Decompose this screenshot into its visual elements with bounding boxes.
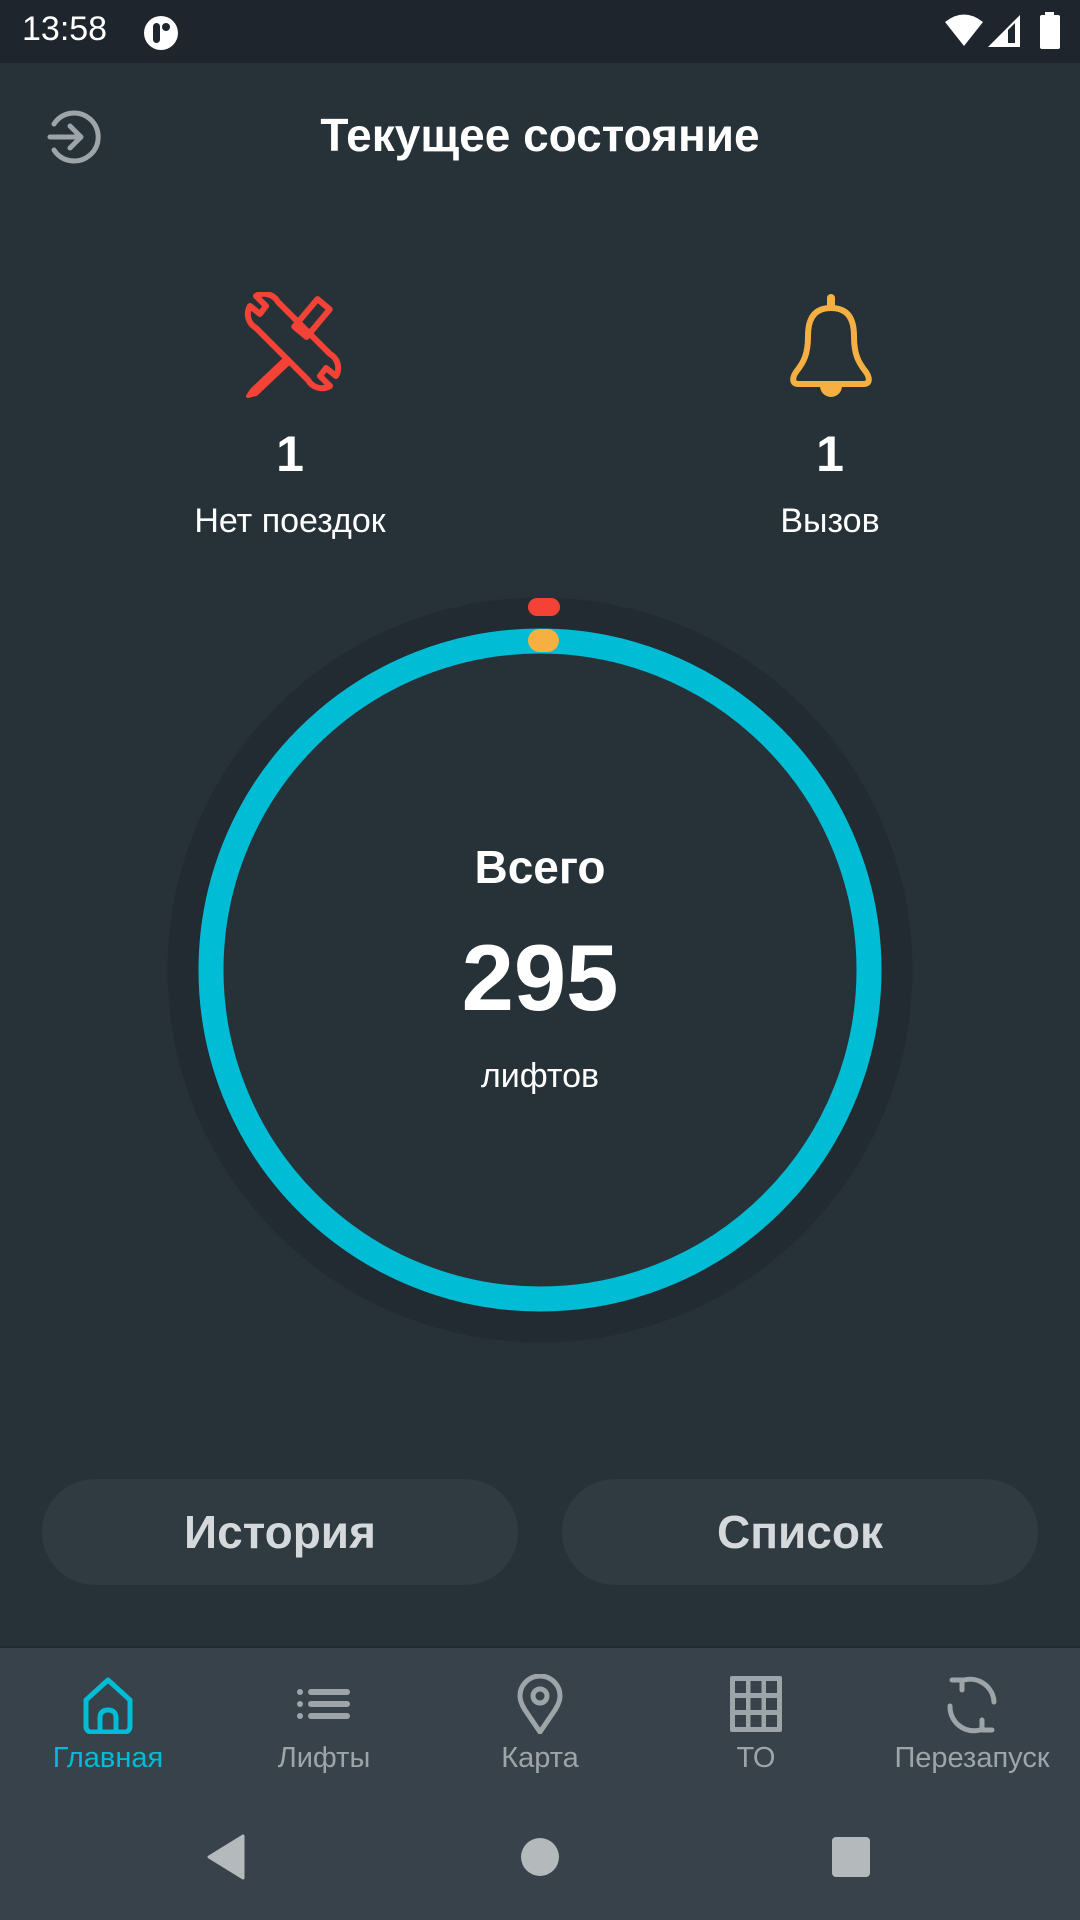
summary-title: Всего	[474, 841, 606, 893]
grid-icon	[730, 1676, 782, 1732]
home-circle-icon[interactable]	[519, 1836, 561, 1878]
summary-total: 295	[461, 925, 619, 1030]
nav-label-restart: Перезапуск	[894, 1742, 1050, 1774]
bell-icon	[790, 294, 872, 397]
ring-marker-no-trips	[528, 598, 560, 616]
page-title: Текущее состояние	[320, 109, 760, 161]
stat-no-trips-count: 1	[276, 426, 304, 482]
status-time: 13:58	[22, 10, 108, 48]
list-button[interactable]: Список	[562, 1479, 1038, 1585]
list-icon	[297, 1689, 350, 1719]
refresh-icon	[947, 1676, 997, 1734]
nav-item-home[interactable]: Главная	[0, 1664, 216, 1784]
stat-call-count: 1	[816, 426, 844, 482]
nav-item-map[interactable]: Карта	[432, 1664, 648, 1784]
nav-item-elevators[interactable]: Лифты	[216, 1664, 432, 1784]
ring-marker-call	[528, 629, 559, 652]
recents-icon[interactable]	[830, 1835, 872, 1879]
nav-item-maintenance[interactable]: ТО	[648, 1664, 864, 1784]
nav-item-restart[interactable]: Перезапуск	[864, 1664, 1080, 1784]
summary-unit: лифтов	[480, 1057, 600, 1095]
map-pin-icon	[517, 1674, 563, 1734]
cell-signal-icon	[988, 15, 1020, 47]
nav-label-elevators: Лифты	[277, 1742, 371, 1774]
stat-call-label: Вызов	[780, 502, 880, 540]
nav-label-home: Главная	[52, 1742, 164, 1774]
battery-icon	[1040, 12, 1060, 49]
nav-label-maintenance: ТО	[736, 1742, 776, 1774]
wifi-icon	[945, 14, 983, 46]
tools-icon	[244, 292, 342, 398]
stat-no-trips-label: Нет поездок	[194, 502, 386, 540]
stat-no-trips[interactable]: 1 Нет поездок	[130, 290, 450, 560]
stat-call[interactable]: 1 Вызов	[670, 290, 990, 560]
home-icon	[83, 1677, 133, 1734]
history-button[interactable]: История	[42, 1479, 518, 1585]
app-notification-icon	[144, 16, 178, 50]
nav-label-map: Карта	[501, 1742, 579, 1774]
back-icon[interactable]	[206, 1834, 246, 1880]
